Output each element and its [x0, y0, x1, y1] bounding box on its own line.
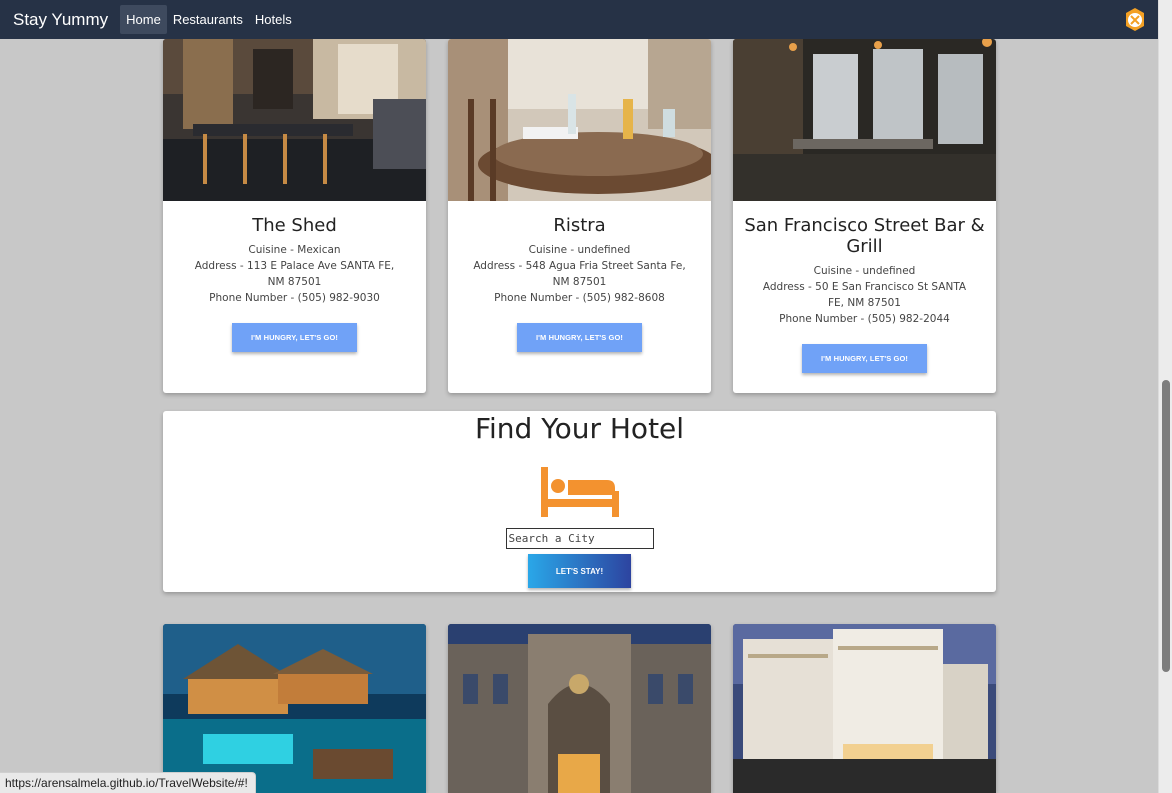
restaurant-name: Ristra — [553, 215, 606, 236]
scrollbar-thumb[interactable] — [1162, 380, 1170, 672]
hotel-card — [733, 624, 996, 793]
restaurant-address: Address - 548 Agua Fria Street Santa Fe,… — [473, 260, 686, 288]
hungry-button[interactable]: I'M HUNGRY, LET'S GO! — [517, 323, 642, 352]
hotel-photo — [733, 624, 996, 793]
restaurant-photo — [733, 39, 996, 201]
hotel-photo — [448, 624, 711, 793]
restaurant-photo — [163, 39, 426, 201]
hotel-photo — [163, 624, 426, 793]
site-logo-icon[interactable] — [1124, 7, 1146, 32]
brand-link[interactable]: Stay Yummy — [13, 10, 108, 30]
page-scrollbar[interactable] — [1158, 0, 1172, 793]
nav-restaurants[interactable]: Restaurants — [167, 5, 249, 34]
restaurant-phone: Phone Number - (505) 982-8608 — [494, 292, 665, 304]
restaurant-details: Cuisine - Mexican Address - 113 E Palace… — [163, 242, 426, 306]
hotel-search-card: Find Your Hotel LET'S STAY! — [163, 411, 996, 592]
restaurant-name: The Shed — [252, 215, 337, 236]
top-navbar: Stay Yummy Home Restaurants Hotels — [0, 0, 1158, 39]
restaurant-details: Cuisine - undefined Address - 548 Agua F… — [448, 242, 711, 306]
hungry-button[interactable]: I'M HUNGRY, LET'S GO! — [802, 344, 927, 373]
hotel-search-heading: Find Your Hotel — [474, 412, 685, 445]
restaurant-card: The Shed Cuisine - Mexican Address - 113… — [163, 39, 426, 393]
restaurant-name: San Francisco Street Bar & Grill — [744, 215, 985, 257]
restaurant-cuisine: Cuisine - Mexican — [248, 244, 341, 256]
restaurant-cuisine: Cuisine - undefined — [528, 244, 631, 256]
status-url-tooltip: https://arensalmela.github.io/TravelWebs… — [0, 772, 256, 793]
restaurant-address: Address - 50 E San Francisco St SANTA FE… — [762, 281, 967, 309]
restaurant-phone: Phone Number - (505) 982-2044 — [779, 313, 950, 325]
city-search-input[interactable] — [505, 528, 654, 549]
restaurant-card: San Francisco Street Bar & Grill Cuisine… — [733, 39, 996, 393]
restaurant-photo — [448, 39, 711, 201]
bed-icon — [540, 467, 619, 517]
restaurant-cuisine: Cuisine - undefined — [813, 265, 916, 277]
restaurant-phone: Phone Number - (505) 982-9030 — [209, 292, 380, 304]
hotel-card — [163, 624, 426, 793]
restaurant-address: Address - 113 E Palace Ave SANTA FE, NM … — [194, 260, 395, 288]
nav-hotels[interactable]: Hotels — [249, 5, 298, 34]
hungry-button[interactable]: I'M HUNGRY, LET'S GO! — [232, 323, 357, 352]
nav-home[interactable]: Home — [120, 5, 167, 34]
restaurant-card: Ristra Cuisine - undefined Address - 548… — [448, 39, 711, 393]
hotel-card — [448, 624, 711, 793]
lets-stay-button[interactable]: LET'S STAY! — [528, 554, 631, 588]
restaurant-details: Cuisine - undefined Address - 50 E San F… — [733, 263, 996, 327]
